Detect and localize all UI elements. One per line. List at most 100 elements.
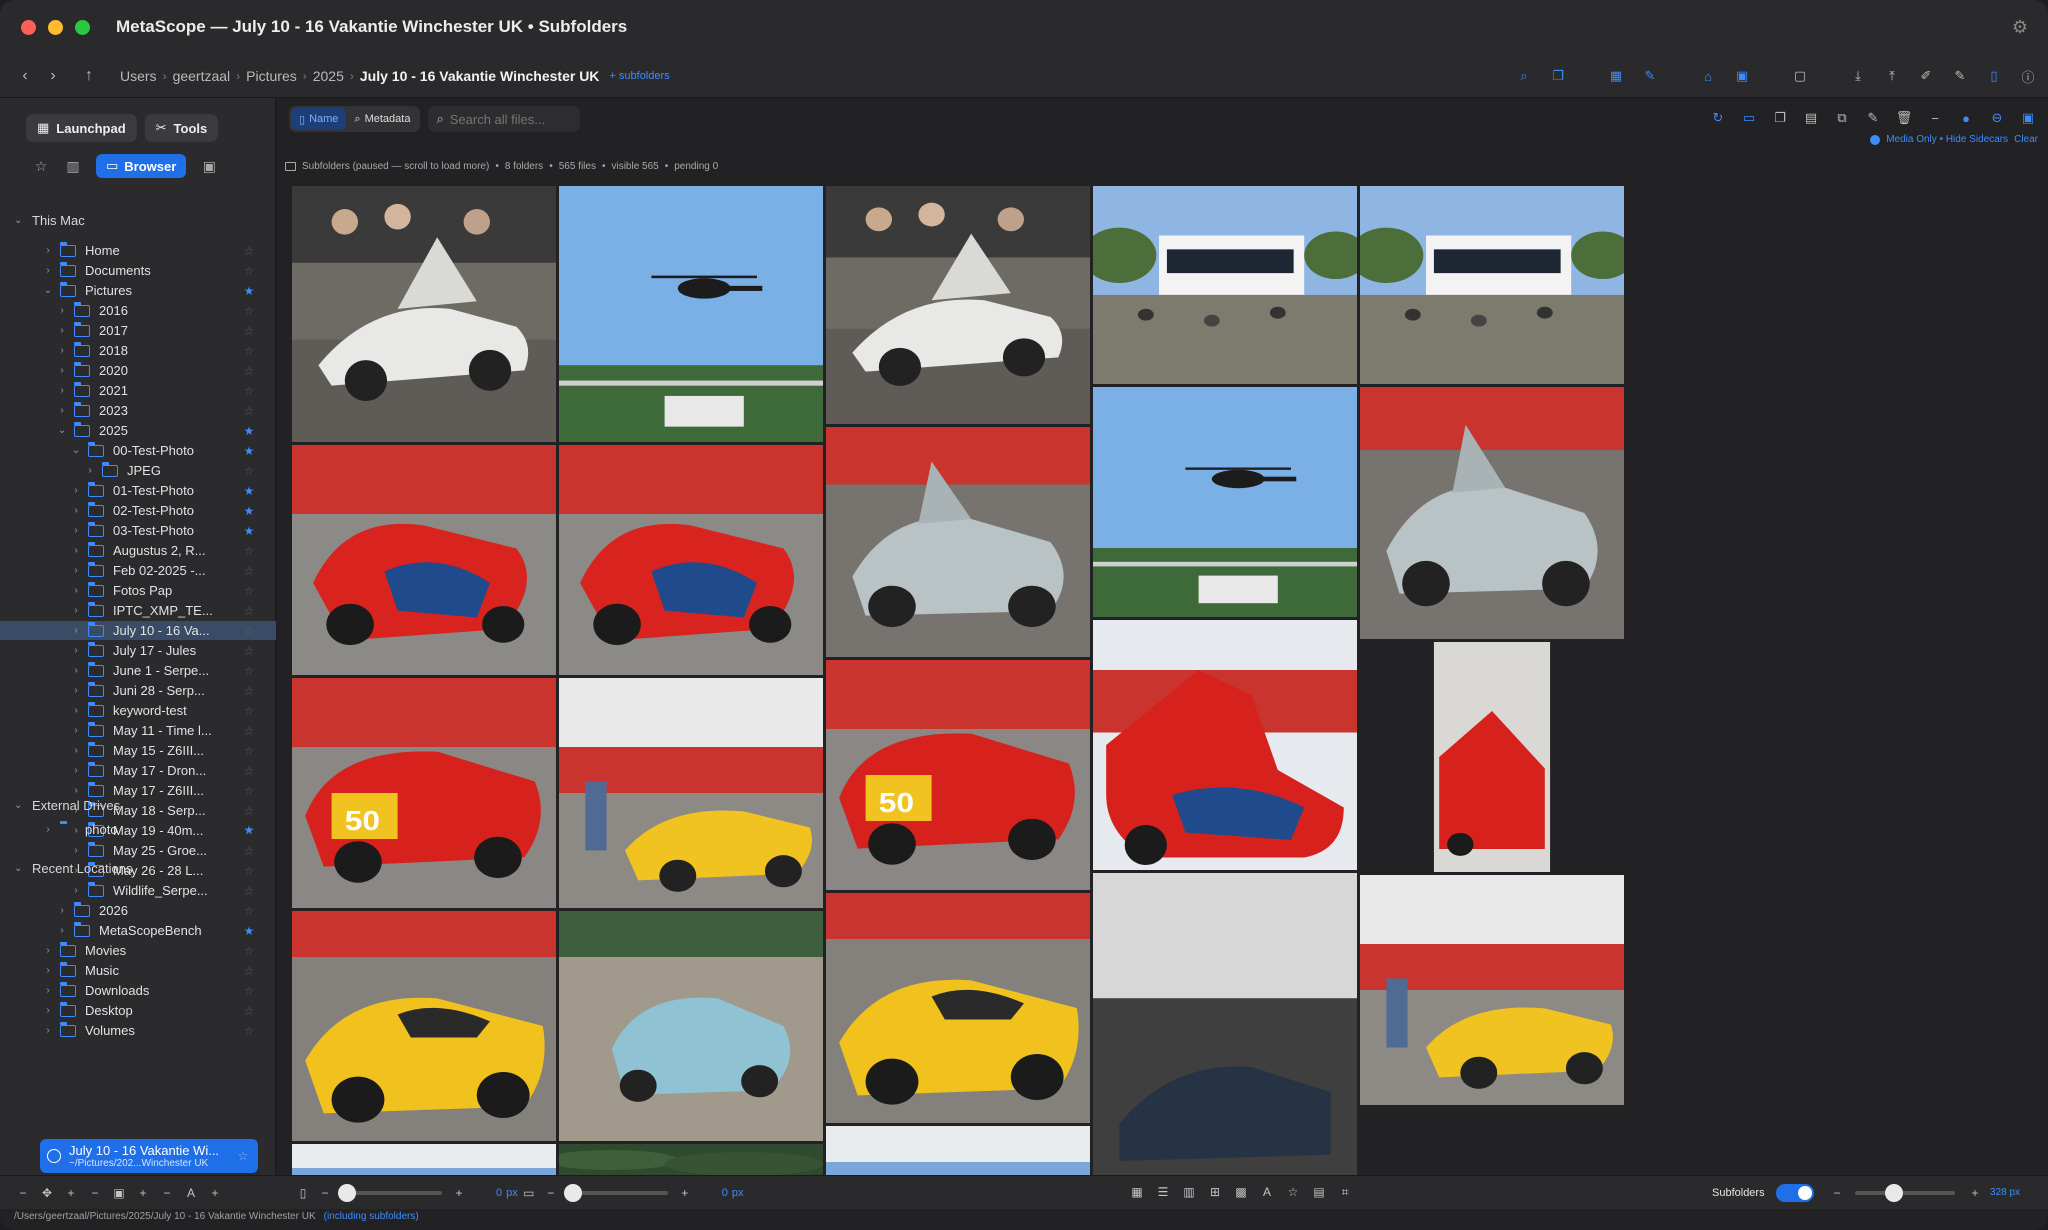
chevron-right-icon[interactable]: ›: [56, 325, 68, 336]
star-icon[interactable]: ☆: [242, 764, 256, 778]
text-icon[interactable]: A: [1260, 1185, 1274, 1200]
star-icon[interactable]: ☆: [242, 744, 256, 758]
star-icon[interactable]: ★: [242, 424, 256, 438]
chevron-right-icon[interactable]: ›: [70, 845, 82, 856]
sidebar-item-desktop[interactable]: › Desktop ☆: [0, 1001, 276, 1020]
star-icon[interactable]: ☆: [242, 944, 256, 958]
minus-icon[interactable]: −: [318, 1186, 332, 1200]
photo-thumbnail[interactable]: [559, 911, 823, 1141]
sidebar-item-augustus-2-r[interactable]: › Augustus 2, R... ☆: [0, 541, 276, 560]
star-icon[interactable]: ☆: [242, 384, 256, 398]
photo-thumbnail[interactable]: [292, 445, 556, 675]
copy-icon[interactable]: ❐: [1768, 106, 1792, 130]
trash-icon[interactable]: 🗑: [1892, 106, 1916, 130]
photo-thumbnail[interactable]: [1360, 387, 1624, 639]
star-icon[interactable]: ☆: [242, 244, 256, 258]
star-icon[interactable]: ☆: [242, 404, 256, 418]
star-icon[interactable]: ☆: [242, 644, 256, 658]
sidebar-item-2016[interactable]: › 2016 ☆: [0, 301, 276, 320]
launchpad-button[interactable]: ▦ Launchpad: [26, 114, 137, 142]
star-icon[interactable]: ☆: [242, 844, 256, 858]
chevron-right-icon[interactable]: ›: [70, 785, 82, 796]
back-chevron-icon[interactable]: ‹: [14, 65, 36, 87]
sidebar-item-downloads[interactable]: › Downloads ☆: [0, 981, 276, 1000]
sidebar-item-2023[interactable]: › 2023 ☆: [0, 401, 276, 420]
sidebar-item-wildlife-serpe[interactable]: › Wildlife_Serpe... ☆: [0, 881, 276, 900]
sidebar-item-01-test-photo[interactable]: › 01-Test-Photo ★: [0, 481, 276, 500]
sidebar-item-movies[interactable]: › Movies ☆: [0, 941, 276, 960]
photo-thumbnail[interactable]: [1360, 875, 1624, 1105]
sidebar-item-03-test-photo[interactable]: › 03-Test-Photo ★: [0, 521, 276, 540]
sidebar-item-may-11-time-l[interactable]: › May 11 - Time l... ☆: [0, 721, 276, 740]
up-arrow-icon[interactable]: ↑: [78, 65, 100, 87]
media-only-filter[interactable]: Media Only • Hide Sidecars Clear: [1870, 134, 2038, 145]
crop-icon[interactable]: ⌗: [1338, 1185, 1352, 1200]
sidebar-item-feb-02-2025[interactable]: › Feb 02-2025 -... ☆: [0, 561, 276, 580]
star-icon[interactable]: ☆: [242, 804, 256, 818]
subfolders-toggle[interactable]: [1776, 1183, 1814, 1202]
sidebar-item-music[interactable]: › Music ☆: [0, 961, 276, 980]
photo-thumbnail[interactable]: [292, 911, 556, 1141]
columns-view-icon[interactable]: ▥: [1182, 1185, 1196, 1200]
recent-location-item[interactable]: July 10 - 16 Vakantie Wi... ~/Pictures/2…: [40, 1139, 258, 1173]
section-this-mac[interactable]: ⌄ This Mac: [14, 213, 85, 228]
text-size-icon[interactable]: A: [184, 1186, 198, 1200]
clear-filter-button[interactable]: Clear: [2014, 134, 2038, 145]
chevron-right-icon[interactable]: ›: [70, 665, 82, 676]
chevron-right-icon[interactable]: ›: [70, 485, 82, 496]
chevron-right-icon[interactable]: ›: [56, 925, 68, 936]
star-icon[interactable]: ☆: [242, 304, 256, 318]
minus-icon[interactable]: −: [1923, 106, 1947, 130]
folder-open-icon[interactable]: ▭: [1737, 106, 1761, 130]
sidebar-item-july-17-jules[interactable]: › July 17 - Jules ☆: [0, 641, 276, 660]
chevron-right-icon[interactable]: ›: [70, 725, 82, 736]
star-filter-icon[interactable]: ☆: [1286, 1185, 1300, 1200]
chevron-right-icon[interactable]: ›: [42, 1025, 54, 1036]
frame-icon[interactable]: ▭: [522, 1186, 536, 1200]
chevron-right-icon[interactable]: ›: [70, 765, 82, 776]
photo-thumbnail[interactable]: [826, 893, 1090, 1123]
sidebar-item-metascopebench[interactable]: › MetaScopeBench ★: [0, 921, 276, 940]
breadcrumb-item-2025[interactable]: 2025: [313, 68, 344, 84]
chevron-down-icon[interactable]: ⌄: [70, 445, 82, 456]
star-icon[interactable]: ☆: [242, 544, 256, 558]
paste-icon[interactable]: ▤: [1799, 106, 1823, 130]
minus-icon[interactable]: −: [160, 1186, 174, 1200]
photo-thumbnail[interactable]: [1093, 873, 1357, 1176]
sidebar-item-2026[interactable]: › 2026 ☆: [0, 901, 276, 920]
sidebar-item-june-1-serpe[interactable]: › June 1 - Serpe... ☆: [0, 661, 276, 680]
star-icon[interactable]: ★: [242, 823, 256, 837]
chevron-right-icon[interactable]: ›: [42, 245, 54, 256]
sidebar-item-2020[interactable]: › 2020 ☆: [0, 361, 276, 380]
slider-knob[interactable]: [563, 1183, 582, 1202]
chevron-right-icon[interactable]: ›: [70, 585, 82, 596]
photo-thumbnail[interactable]: [559, 445, 823, 675]
chevron-down-icon[interactable]: ⌄: [56, 425, 68, 436]
browser-button[interactable]: ▭ Browser: [96, 154, 187, 178]
thumbs-view-icon[interactable]: ⊞: [1208, 1185, 1222, 1200]
photo-thumbnail[interactable]: [559, 678, 823, 908]
edit-box-icon[interactable]: ✎: [1638, 64, 1662, 88]
breadcrumb-item-geertzaal[interactable]: geertzaal: [173, 68, 231, 84]
rename-icon[interactable]: ✎: [1861, 106, 1885, 130]
info-icon[interactable]: ⓘ: [2016, 64, 2040, 88]
star-icon[interactable]: ☆: [242, 344, 256, 358]
chevron-right-icon[interactable]: ›: [70, 885, 82, 896]
chevron-right-icon[interactable]: ›: [70, 705, 82, 716]
grid-icon[interactable]: ▦: [1604, 64, 1628, 88]
chevron-right-icon[interactable]: ›: [56, 385, 68, 396]
photo-thumbnail[interactable]: 50: [292, 678, 556, 908]
move-icon[interactable]: ✥: [40, 1186, 54, 1200]
minimize-window-button[interactable]: [48, 19, 63, 35]
metadata-mode-button[interactable]: ⌕ Metadata: [346, 108, 418, 130]
chevron-right-icon[interactable]: ›: [70, 645, 82, 656]
plus-icon[interactable]: +: [136, 1186, 150, 1200]
sidebar-item-jpeg[interactable]: › JPEG ☆: [0, 461, 276, 480]
thumb-size-slider[interactable]: [1855, 1183, 1955, 1202]
star-icon[interactable]: ☆: [242, 964, 256, 978]
star-icon[interactable]: ★: [242, 484, 256, 498]
list-view-icon[interactable]: ☰: [1156, 1185, 1170, 1200]
star-icon[interactable]: ☆: [242, 984, 256, 998]
chevron-right-icon[interactable]: ›: [42, 965, 54, 976]
photo-thumbnail[interactable]: [1360, 186, 1624, 384]
